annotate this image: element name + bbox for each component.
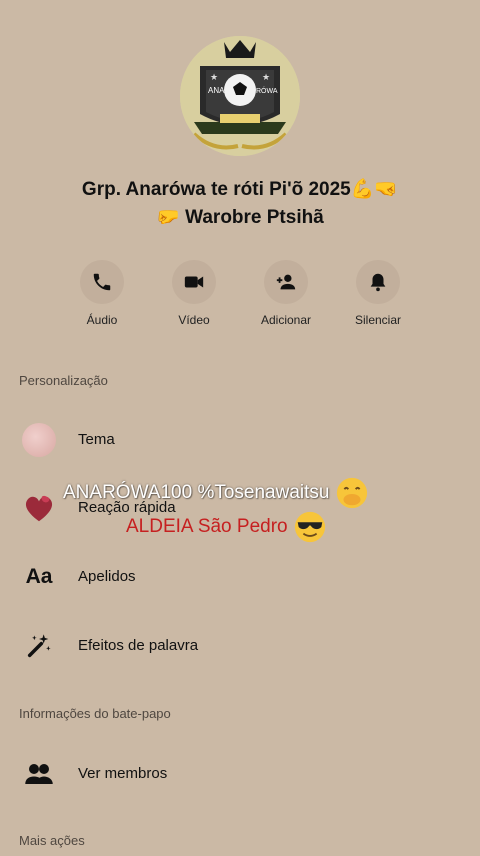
- nicknames-label: Apelidos: [78, 568, 136, 585]
- audio-label: Áudio: [86, 313, 118, 327]
- theme-color-icon: [22, 423, 56, 457]
- group-name: Grp. Anarówa te róti Pi'õ 2025💪🤜 🤛 Warob…: [40, 176, 440, 232]
- group-logo-image: ANA RÓWA ★ ★: [180, 36, 300, 156]
- theme-row[interactable]: Tema: [0, 420, 480, 460]
- group-name-line1: Grp. Anarówa te róti Pi'õ 2025💪🤜: [81, 179, 399, 200]
- view-members-row[interactable]: Ver membros: [0, 754, 480, 794]
- action-buttons: Áudio Vídeo Adicionar Silenciar: [0, 260, 480, 330]
- overlay-line2: ALDEIA São Pedro: [126, 516, 288, 538]
- phone-icon: [93, 273, 111, 291]
- sunglasses-emoji-icon: [294, 511, 326, 543]
- mute-button[interactable]: Silenciar: [333, 260, 423, 327]
- hand-over-mouth-emoji-icon: [336, 477, 367, 509]
- overlay-line1: ANARÓWA100 %Tosenawaitsu: [63, 482, 330, 504]
- avatar-text-right: RÓWA: [256, 86, 278, 95]
- audio-call-button[interactable]: Áudio: [57, 260, 147, 327]
- view-members-label: Ver membros: [78, 765, 168, 782]
- add-member-button[interactable]: Adicionar: [241, 260, 331, 327]
- svg-text:★: ★: [262, 72, 270, 82]
- svg-text:★: ★: [210, 72, 218, 82]
- magic-wand-icon: [27, 634, 51, 658]
- overlay-text-1: ANARÓWA100 %Tosenawaitsu: [63, 476, 369, 510]
- video-icon: [184, 276, 204, 288]
- overlay-text-2: ALDEIA São Pedro: [126, 510, 327, 544]
- section-chat-info-header: Informações do bate-papo: [19, 706, 171, 721]
- heart-icon: [25, 495, 53, 522]
- avatar-text-left: ANA: [208, 86, 225, 95]
- add-person-icon: [276, 274, 296, 290]
- video-call-button[interactable]: Vídeo: [149, 260, 239, 327]
- aa-icon: Aa: [25, 565, 53, 588]
- mute-label: Silenciar: [354, 313, 402, 327]
- group-name-line2: 🤛 Warobre Ptsihã: [156, 207, 324, 228]
- video-label: Vídeo: [178, 313, 210, 327]
- add-label: Adicionar: [260, 313, 312, 327]
- section-more-actions-header: Mais ações: [19, 833, 85, 848]
- theme-label: Tema: [78, 431, 115, 448]
- bell-icon: [370, 273, 386, 292]
- word-effects-label: Efeitos de palavra: [78, 637, 199, 654]
- nicknames-row[interactable]: Aa Apelidos: [0, 557, 480, 597]
- word-effects-row[interactable]: Efeitos de palavra: [0, 626, 480, 666]
- members-icon: [25, 764, 53, 784]
- group-avatar[interactable]: ANA RÓWA ★ ★: [180, 36, 300, 156]
- section-personalization-header: Personalização: [19, 373, 108, 388]
